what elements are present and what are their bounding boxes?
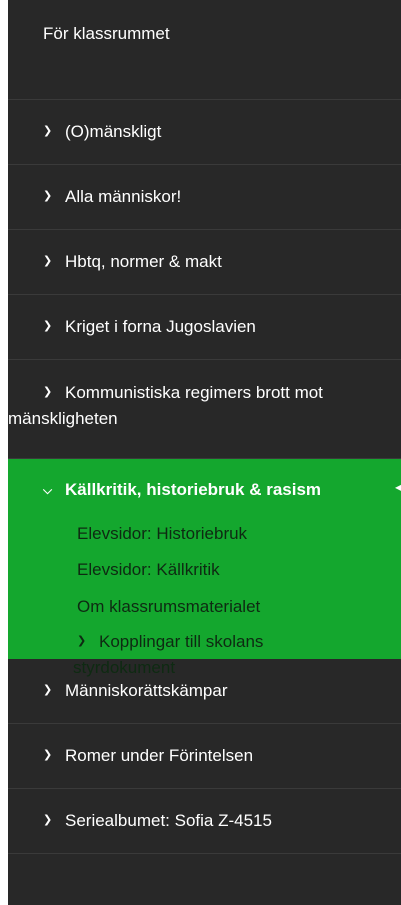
submenu-item-label: Elevsidor: Källkritik: [77, 559, 220, 579]
nav-item-label-line1: Kommunistiska regimers brott mot: [65, 383, 323, 402]
nav-item-jugoslavien[interactable]: ❯ Kriget i forna Jugoslavien: [8, 295, 401, 360]
chevron-right-icon: ❯: [43, 749, 53, 761]
submenu-item-om-klassrumsmaterialet[interactable]: Om klassrumsmaterialet: [77, 588, 401, 625]
nav-header: För klassrummet: [8, 0, 401, 100]
nav-item-label-line2: mänskligheten: [8, 409, 118, 428]
chevron-right-icon: ❯: [43, 814, 53, 826]
submenu-item-kopplingar[interactable]: ❯ Kopplingar till skolans styrdokument: [73, 625, 401, 681]
nav-item-hbtq[interactable]: ❯ Hbtq, normer & makt: [8, 230, 401, 295]
caret-left-icon: ◂: [395, 479, 401, 496]
chevron-right-icon: ❯: [77, 635, 87, 647]
nav-item-label: (O)mänskligt: [65, 122, 162, 141]
submenu-item-label-line2: styrdokument: [73, 658, 176, 677]
nav-item-label: Romer under Förintelsen: [65, 746, 254, 765]
nav-item-label: Källkritik, historiebruk & rasism: [65, 480, 322, 499]
nav-item-label: Seriealbumet: Sofia Z-4515: [65, 811, 272, 830]
sidebar-nav: För klassrummet ❯ (O)mänskligt ❯ Alla mä…: [8, 0, 401, 905]
submenu-item-label: Elevsidor: Historiebruk: [77, 524, 248, 543]
submenu: Elevsidor: Historiebruk Elevsidor: Källk…: [8, 517, 401, 681]
nav-item-label: Hbtq, normer & makt: [65, 252, 222, 271]
nav-item-kallkritik-active: ⌵ Källkritik, historiebruk & rasism ◂ El…: [8, 459, 401, 677]
nav-item-omanskligt[interactable]: ❯ (O)mänskligt: [8, 100, 401, 165]
chevron-right-icon: ❯: [43, 125, 53, 137]
nav-item-label: Alla människor!: [65, 187, 182, 206]
submenu-item-label: Om klassrumsmaterialet: [77, 596, 261, 616]
nav-item-label: Människorättskämpar: [65, 681, 228, 700]
nav-item-romer[interactable]: ❯ Romer under Förintelsen: [8, 724, 401, 789]
chevron-right-icon: ❯: [43, 320, 53, 332]
chevron-right-icon: ❯: [43, 255, 53, 267]
chevron-right-icon: ❯: [43, 190, 53, 202]
submenu-item-kallkritik[interactable]: Elevsidor: Källkritik: [77, 551, 401, 588]
submenu-item-label-line1: Kopplingar till skolans: [99, 632, 264, 651]
nav-item-label: Kriget i forna Jugoslavien: [65, 317, 256, 336]
nav-item-kommunistiska-regimer[interactable]: ❯ Kommunistiska regimers brott mot mänsk…: [8, 360, 401, 459]
nav-item-seriealbumet[interactable]: ❯ Seriealbumet: Sofia Z-4515: [8, 789, 401, 854]
nav-item-kallkritik[interactable]: ⌵ Källkritik, historiebruk & rasism: [8, 459, 401, 517]
chevron-down-icon: ⌵: [43, 482, 53, 497]
submenu-item-historiebruk[interactable]: Elevsidor: Historiebruk: [77, 517, 401, 551]
chevron-right-icon: ❯: [43, 684, 53, 696]
nav-item-alla-manniskor[interactable]: ❯ Alla människor!: [8, 165, 401, 230]
chevron-right-icon: ❯: [43, 386, 53, 398]
